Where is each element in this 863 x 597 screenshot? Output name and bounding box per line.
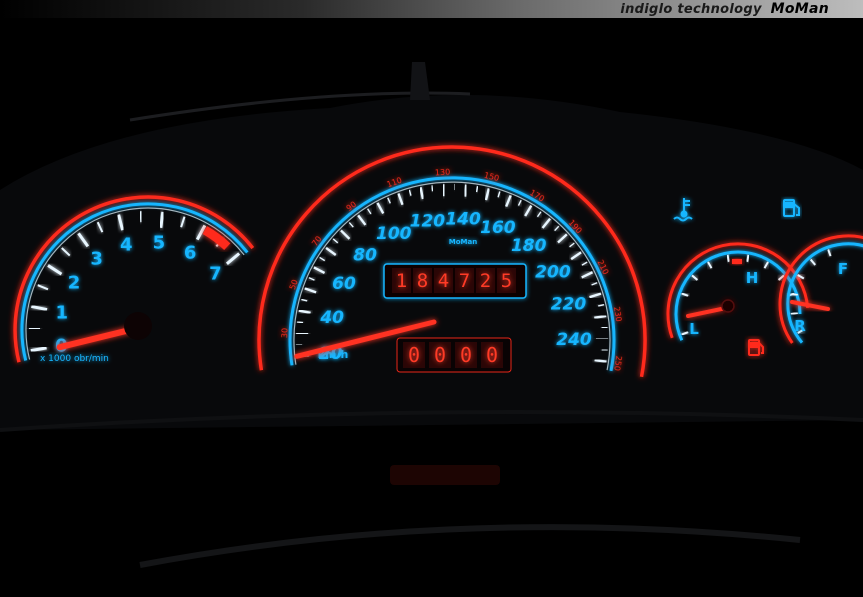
speedometer-inner-label: 130	[435, 168, 451, 178]
odometer-digit: 4	[438, 270, 449, 292]
speedometer-inner-label: 30	[280, 328, 289, 339]
speedometer-label: 200	[535, 262, 571, 282]
fuel-tick	[790, 311, 798, 316]
speedometer-label: 180	[511, 236, 547, 256]
temperature-red-zone	[732, 259, 742, 264]
tachometer-tick	[159, 211, 165, 228]
speedometer-tick	[442, 184, 446, 197]
speedometer-label: 60	[332, 274, 356, 294]
speedometer-label: 40	[319, 308, 344, 328]
trip-meter-digit: 0	[408, 343, 420, 367]
speedometer-label: 120	[410, 212, 446, 232]
tachometer-label: 1	[55, 303, 68, 324]
speedometer-tick	[296, 321, 304, 324]
speedometer-brand: MoMan	[449, 238, 477, 246]
trip-meter-digit: 0	[486, 343, 498, 367]
temperature-high-label: H	[746, 269, 759, 287]
fuel-tick	[790, 292, 798, 297]
speedometer-tick	[594, 358, 607, 363]
speedometer-label: 80	[353, 245, 377, 265]
tachometer-label: 4	[120, 235, 133, 256]
tachometer-tick	[139, 211, 143, 223]
trip-meter-digit: 0	[434, 343, 446, 367]
speedometer-tick	[475, 185, 479, 193]
tachometer-unit: x 1000 obr/min	[40, 354, 109, 364]
speedometer-label: 240	[556, 330, 592, 350]
fuel-full-label: F	[838, 260, 848, 278]
fuel-reserve-label: R	[794, 317, 806, 335]
odometer-digit: 8	[417, 270, 428, 292]
speedometer-tick	[296, 332, 309, 336]
speedometer-label: 160	[480, 218, 516, 238]
odometer: 184725	[383, 263, 527, 299]
tachometer-needle-hub	[124, 312, 152, 340]
trip-meter: 0000	[396, 337, 512, 373]
speedometer-label: 220	[551, 295, 587, 315]
speedometer-tick	[431, 185, 434, 192]
trip-meter-digit: 0	[460, 343, 472, 367]
speedometer-tick	[463, 184, 468, 197]
odometer-digit: 2	[480, 270, 491, 292]
temperature-low-label: L	[689, 320, 699, 338]
tachometer-label: 5	[153, 233, 166, 254]
instrument-cluster: 01234567 x 1000 obr/min 2040608010012014…	[0, 18, 863, 597]
tachometer-label: 6	[184, 243, 197, 264]
tachometer-label: 2	[68, 272, 81, 293]
temperature-tick	[726, 254, 730, 262]
odometer-digit: 7	[459, 270, 470, 292]
speedometer-label: 100	[376, 224, 412, 244]
odometer-digit: 1	[396, 270, 407, 292]
tachometer-label: 3	[90, 249, 103, 270]
speedometer-label: 140	[445, 210, 481, 230]
temperature-tick	[746, 254, 750, 262]
tachometer-label: 7	[209, 263, 222, 284]
odometer-digit: 5	[501, 270, 512, 292]
